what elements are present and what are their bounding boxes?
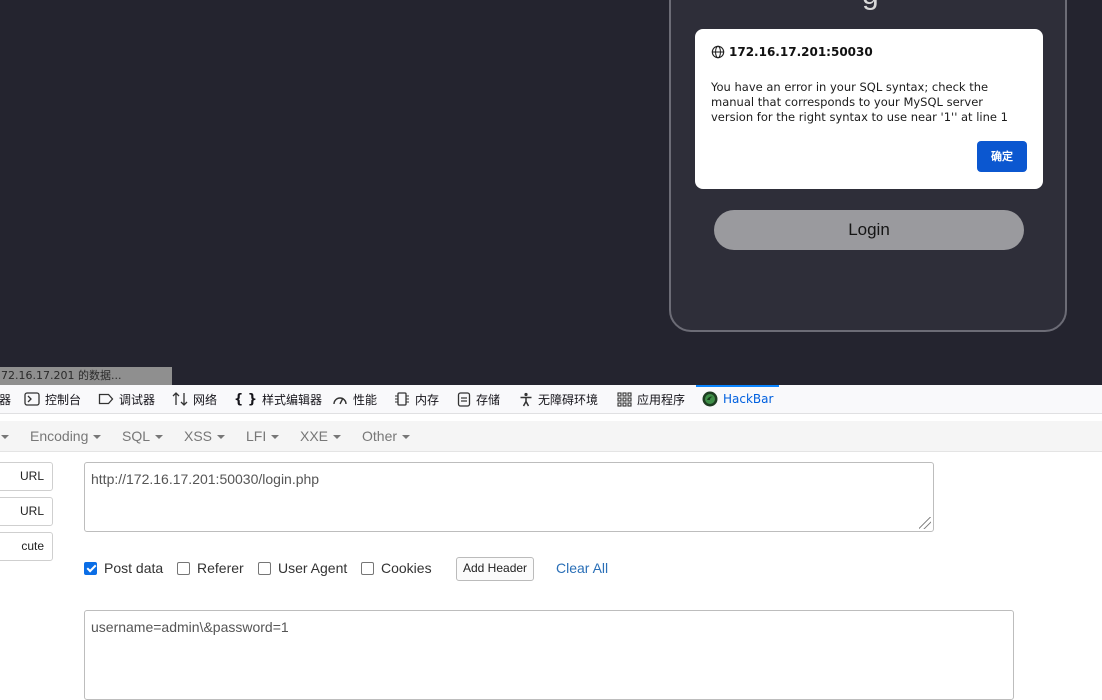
tab-style-editor[interactable]: { } 样式编辑器	[234, 385, 322, 413]
alert-dialog: 172.16.17.201:50030 You have an error in…	[695, 29, 1043, 189]
tab-label: 存储	[476, 392, 501, 407]
alert-origin-text: 172.16.17.201:50030	[729, 45, 873, 59]
button-label: cute	[21, 539, 44, 553]
login-button[interactable]: Login	[714, 210, 1024, 250]
add-header-button[interactable]: Add Header	[456, 557, 535, 581]
option-label: User Agent	[278, 560, 348, 576]
option-label: Cookies	[381, 560, 432, 576]
checkbox-unchecked[interactable]	[361, 561, 374, 575]
checkbox-unchecked[interactable]	[258, 561, 271, 575]
xxe-menu[interactable]: XXE	[300, 421, 342, 451]
menu-label: SQL	[122, 428, 151, 444]
sql-menu[interactable]: SQL	[122, 421, 164, 451]
tab-hackbar[interactable]: HackBar	[695, 385, 780, 413]
alert-ok-button[interactable]: 确定	[977, 141, 1027, 172]
tab-debugger[interactable]: 调试器	[98, 385, 155, 413]
tab-label: 网络	[193, 392, 218, 407]
chevron-down-icon	[271, 435, 280, 440]
split-url-button[interactable]: URL	[0, 497, 53, 526]
tab-accessibility[interactable]: 无障碍环境	[519, 385, 598, 413]
other-menu[interactable]: Other	[362, 421, 411, 451]
accessibility-icon	[520, 392, 532, 406]
chevron-down-icon	[1, 435, 9, 440]
tab-label: 控制台	[45, 392, 82, 407]
hackbar-panel: URL URL cute http://172.16.17.201:50030/…	[0, 452, 1102, 700]
button-label: URL	[19, 469, 44, 483]
encoding-menu[interactable]: Encoding	[30, 421, 102, 451]
tab-network[interactable]: 网络	[172, 385, 217, 413]
web-page-viewport: g Login 172.16.17.201:50030 You have an …	[0, 0, 1102, 385]
tab-console[interactable]: 控制台	[24, 385, 81, 413]
post-data-value: username=admin\&password=1	[91, 619, 289, 635]
memory-icon	[395, 392, 409, 406]
application-icon	[617, 391, 632, 407]
chevron-down-icon	[217, 435, 226, 440]
devtools-tab-bar: 器 控制台 调试器 网络 { } 样式编辑器 性能 内存 存储 无障碍环境 应用…	[0, 385, 1102, 414]
resize-handle-icon[interactable]	[919, 517, 931, 529]
menu-label: LFI	[246, 428, 267, 444]
menu-label: Other	[362, 428, 398, 444]
chevron-down-icon	[402, 435, 411, 440]
referer-checkbox[interactable]: Referer	[177, 556, 244, 580]
menu-label: XSS	[184, 428, 213, 444]
alert-origin: 172.16.17.201:50030	[711, 45, 873, 59]
tab-label: 内存	[415, 392, 440, 407]
alert-message: You have an error in your SQL syntax; ch…	[711, 80, 1008, 124]
user-agent-checkbox[interactable]: User Agent	[258, 556, 347, 580]
clear-all-link[interactable]: Clear All	[556, 556, 608, 580]
tab-label: 无障碍环境	[538, 392, 599, 407]
tab-label: 应用程序	[637, 392, 686, 407]
cookies-checkbox[interactable]: Cookies	[361, 556, 432, 580]
url-input[interactable]: http://172.16.17.201:50030/login.php	[84, 462, 934, 532]
chevron-down-icon	[155, 435, 164, 440]
tab-label: 器	[0, 392, 12, 407]
hackbar-toolbar: Encoding SQL XSS LFI XXE Other	[0, 421, 1102, 452]
option-label: Post data	[104, 560, 164, 576]
performance-icon	[333, 397, 347, 405]
tab-inspector[interactable]: 器	[0, 385, 11, 413]
tab-memory[interactable]: 内存	[394, 385, 439, 413]
tab-storage[interactable]: 存储	[457, 385, 500, 413]
load-menu-caret[interactable]	[0, 421, 9, 451]
execute-button[interactable]: cute	[0, 532, 53, 561]
chevron-down-icon	[93, 435, 102, 440]
xss-menu[interactable]: XSS	[184, 421, 226, 451]
tab-application[interactable]: 应用程序	[617, 385, 685, 413]
load-url-button[interactable]: URL	[0, 462, 53, 491]
status-tooltip: 172.16.17.201 的数据...	[0, 367, 172, 385]
post-data-input[interactable]: username=admin\&password=1	[84, 610, 1014, 700]
lfi-menu[interactable]: LFI	[246, 421, 280, 451]
card-title-fragment: g	[862, 0, 879, 12]
tab-label: 调试器	[119, 392, 156, 407]
network-icon	[172, 392, 188, 406]
tab-label: 样式编辑器	[262, 392, 323, 407]
post-data-checkbox[interactable]: Post data	[84, 556, 163, 580]
tab-performance[interactable]: 性能	[332, 385, 377, 413]
url-value: http://172.16.17.201:50030/login.php	[91, 471, 320, 487]
console-icon	[24, 392, 40, 406]
style-editor-icon: { }	[234, 391, 258, 407]
globe-icon	[711, 45, 725, 59]
option-label: Referer	[197, 560, 244, 576]
menu-label: Encoding	[30, 428, 89, 444]
tab-label: HackBar	[723, 392, 774, 406]
checkbox-unchecked[interactable]	[177, 561, 190, 575]
debugger-icon	[98, 393, 114, 405]
tab-label: 性能	[353, 392, 378, 407]
button-label: URL	[19, 504, 44, 518]
storage-icon	[457, 391, 471, 407]
hackbar-icon	[702, 391, 718, 407]
chevron-down-icon	[333, 435, 342, 440]
menu-label: XXE	[300, 428, 329, 444]
checkbox-checked[interactable]	[84, 561, 97, 575]
